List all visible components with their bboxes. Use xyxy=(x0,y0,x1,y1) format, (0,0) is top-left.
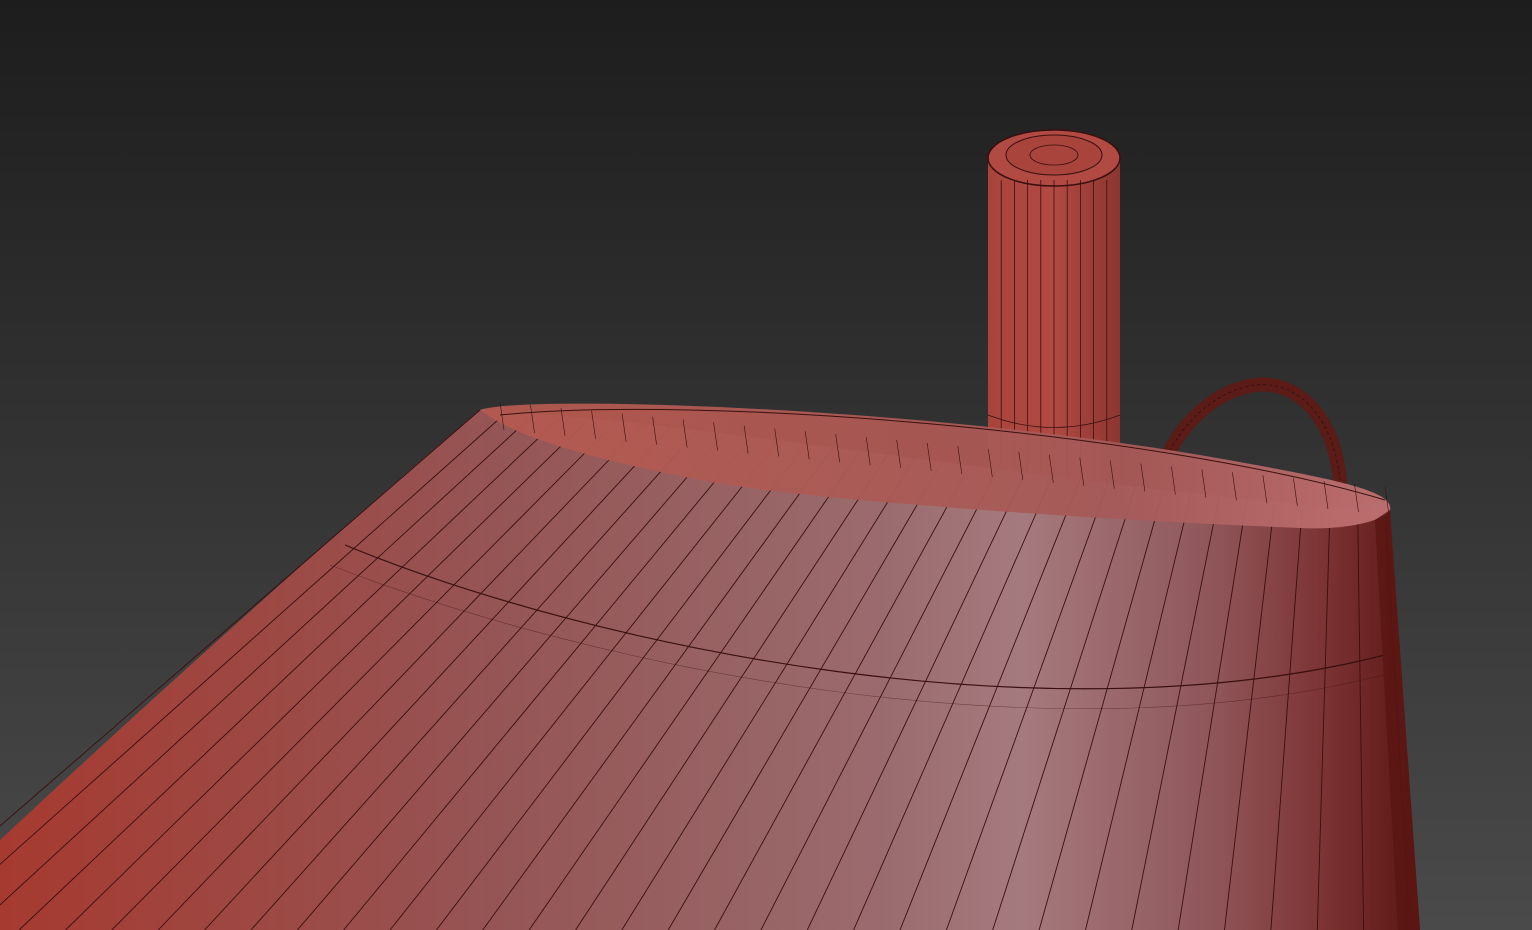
3d-viewport[interactable] xyxy=(0,0,1532,930)
viewport-background xyxy=(0,0,1532,930)
